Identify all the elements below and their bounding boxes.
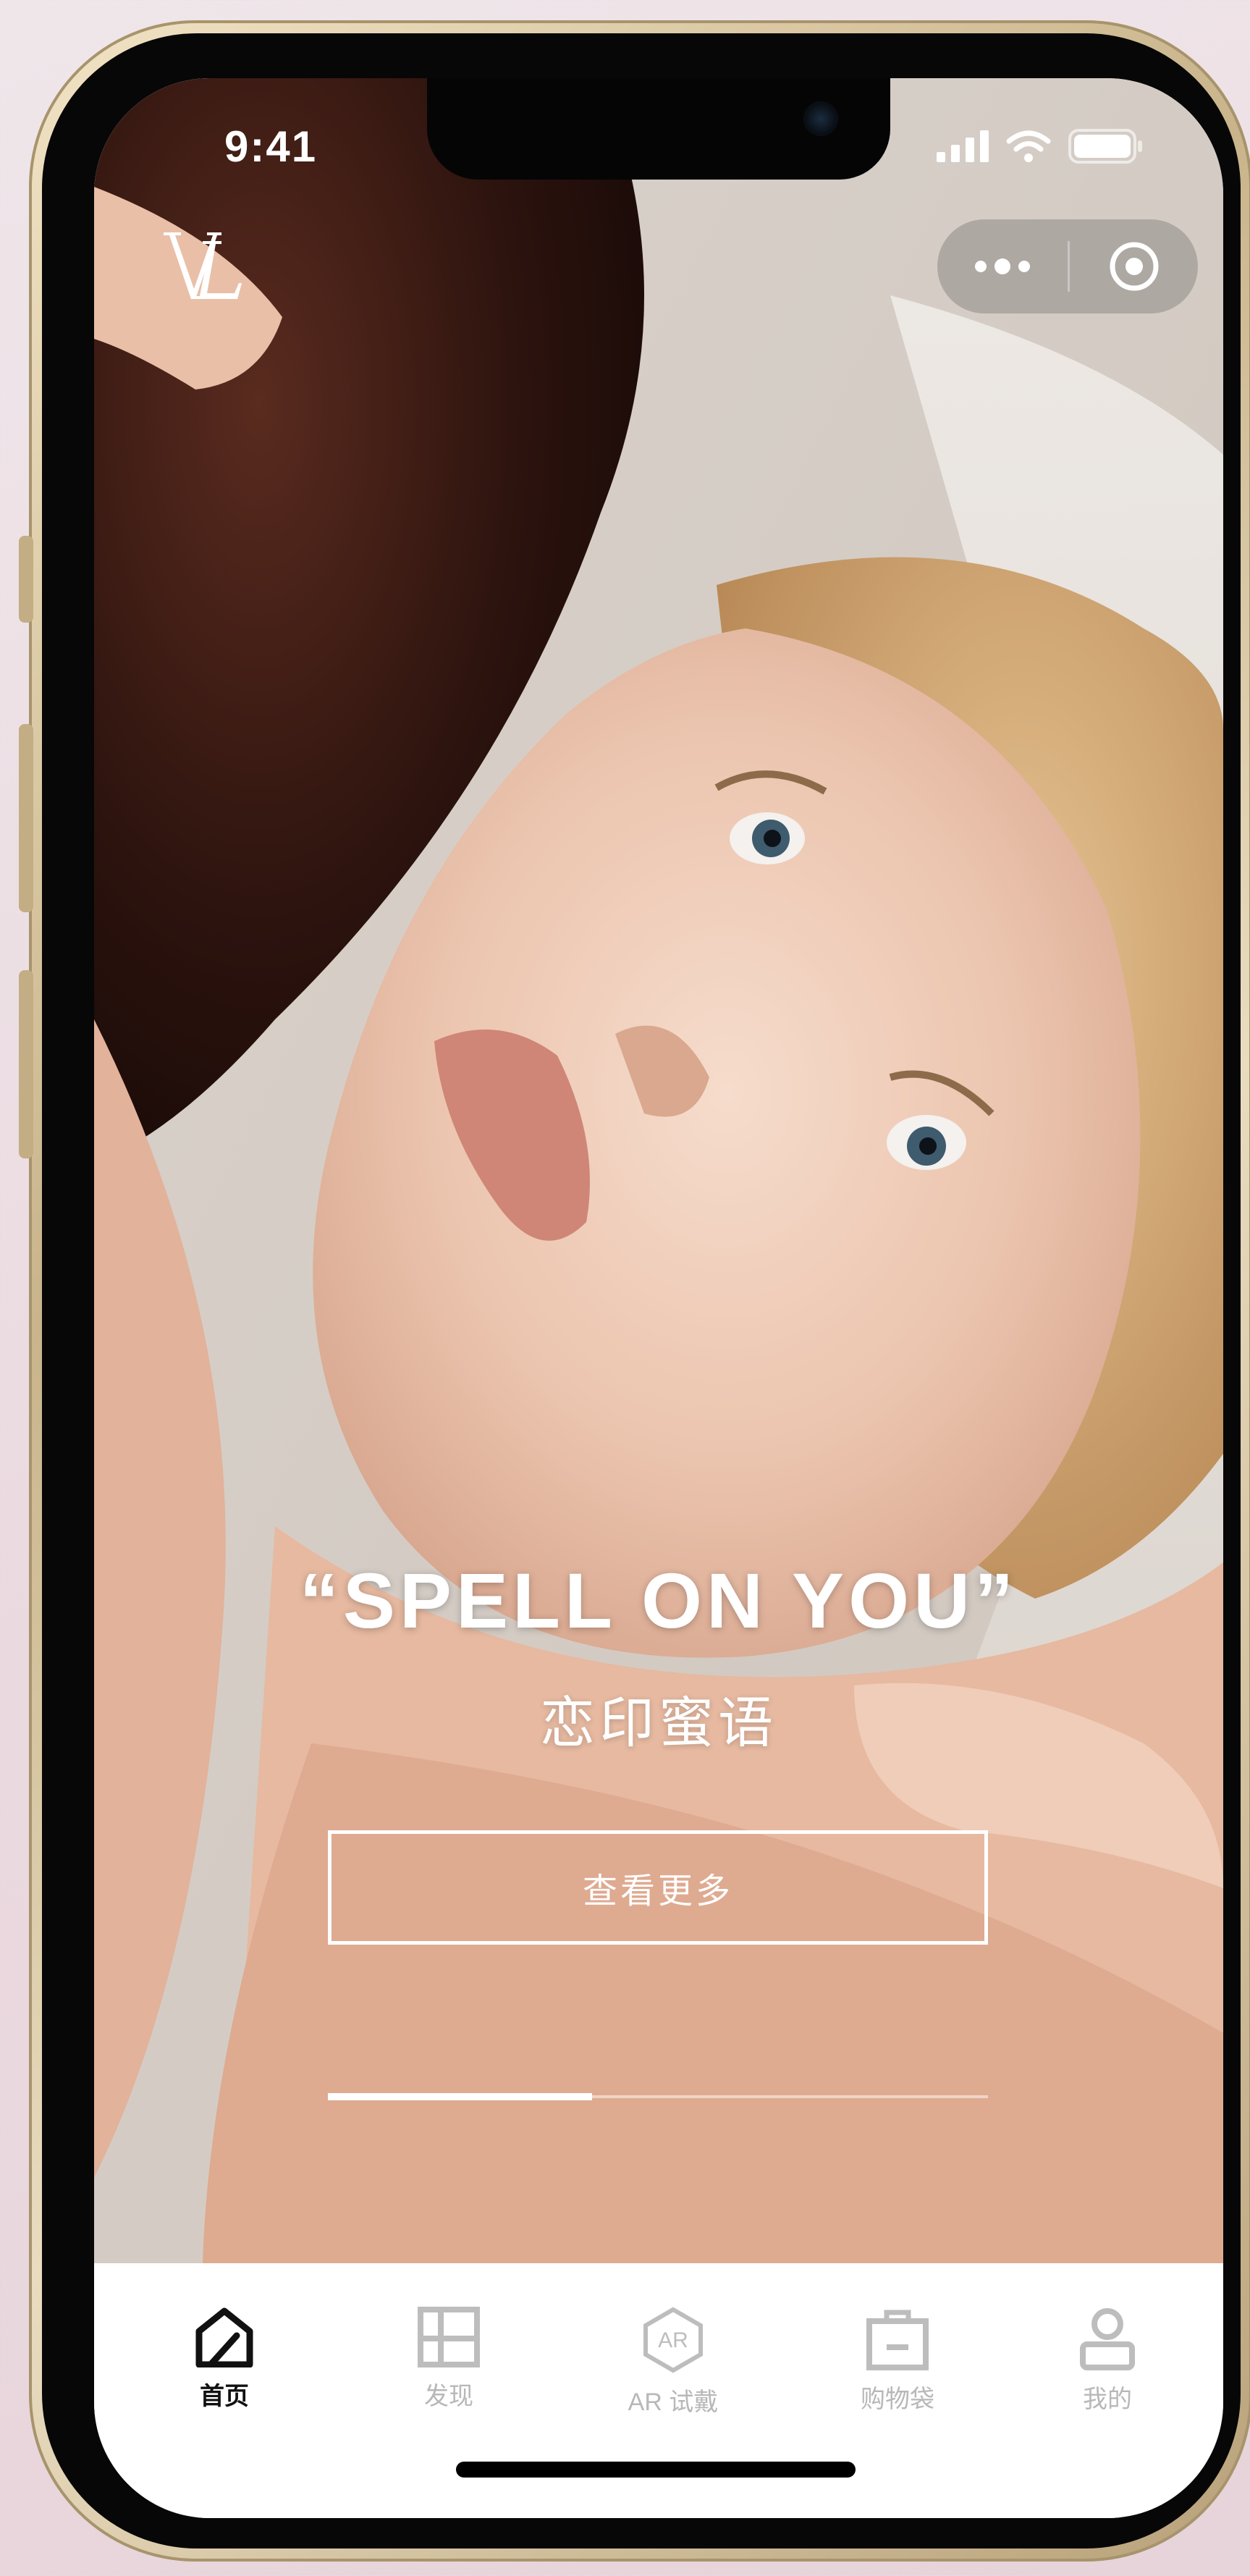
tab-label-profile: 我的: [1083, 2386, 1132, 2413]
tab-label-discover: 发现: [424, 2383, 473, 2410]
capsule-close-button[interactable]: [1070, 219, 1198, 313]
hero-title: “SPELL ON YOU”: [299, 1557, 1018, 1644]
carousel-progress-fill: [328, 2093, 592, 2100]
volume-up-button: [19, 724, 33, 912]
capsule-more-button[interactable]: [937, 219, 1068, 313]
status-bar: 9:41: [94, 78, 1223, 187]
tab-shopping-bag[interactable]: 购物袋: [825, 2307, 970, 2415]
status-time: 9:41: [224, 122, 318, 171]
svg-text:AR: AR: [658, 2328, 688, 2352]
camera-icon: [803, 101, 838, 136]
hero-subtitle: 恋印蜜语: [540, 1693, 777, 1754]
signal-icon: [937, 130, 989, 162]
notch: [427, 78, 890, 180]
profile-icon: [1080, 2308, 1135, 2370]
miniapp-capsule: [937, 219, 1198, 313]
tab-bar: 首页 发现 AR AR 试戴 购物袋 我的: [94, 2263, 1223, 2518]
shopping-bag-icon: [866, 2310, 929, 2370]
ar-hexagon-icon: AR: [643, 2307, 703, 2373]
lv-logo[interactable]: [159, 227, 246, 306]
battery-icon: [1068, 129, 1142, 164]
mute-switch: [19, 536, 33, 623]
wifi-icon: [1006, 130, 1051, 162]
tab-label-home: 首页: [200, 2383, 249, 2410]
home-indicator[interactable]: [456, 2462, 856, 2478]
volume-down-button: [19, 970, 33, 1158]
tab-home[interactable]: 首页: [152, 2307, 297, 2412]
view-more-button[interactable]: 查看更多: [328, 1830, 988, 1945]
status-icons: [937, 129, 1144, 164]
tab-label-shopping-bag: 购物袋: [861, 2386, 934, 2413]
tab-label-ar-try-on: AR 试戴: [628, 2388, 719, 2416]
carousel-progress: [328, 2093, 988, 2100]
home-icon: [195, 2307, 253, 2367]
more-dots-icon: [975, 258, 1030, 274]
discover-grid-icon: [418, 2307, 480, 2367]
tab-discover[interactable]: 发现: [376, 2307, 521, 2412]
target-close-icon: [1110, 242, 1158, 291]
tab-profile[interactable]: 我的: [1035, 2307, 1180, 2415]
tab-ar-try-on[interactable]: AR AR 试戴: [601, 2307, 746, 2417]
screen: 9:41 “SPELL ON YOU” 恋印蜜语 查看更多 首页 发现 AR A…: [94, 78, 1223, 2518]
